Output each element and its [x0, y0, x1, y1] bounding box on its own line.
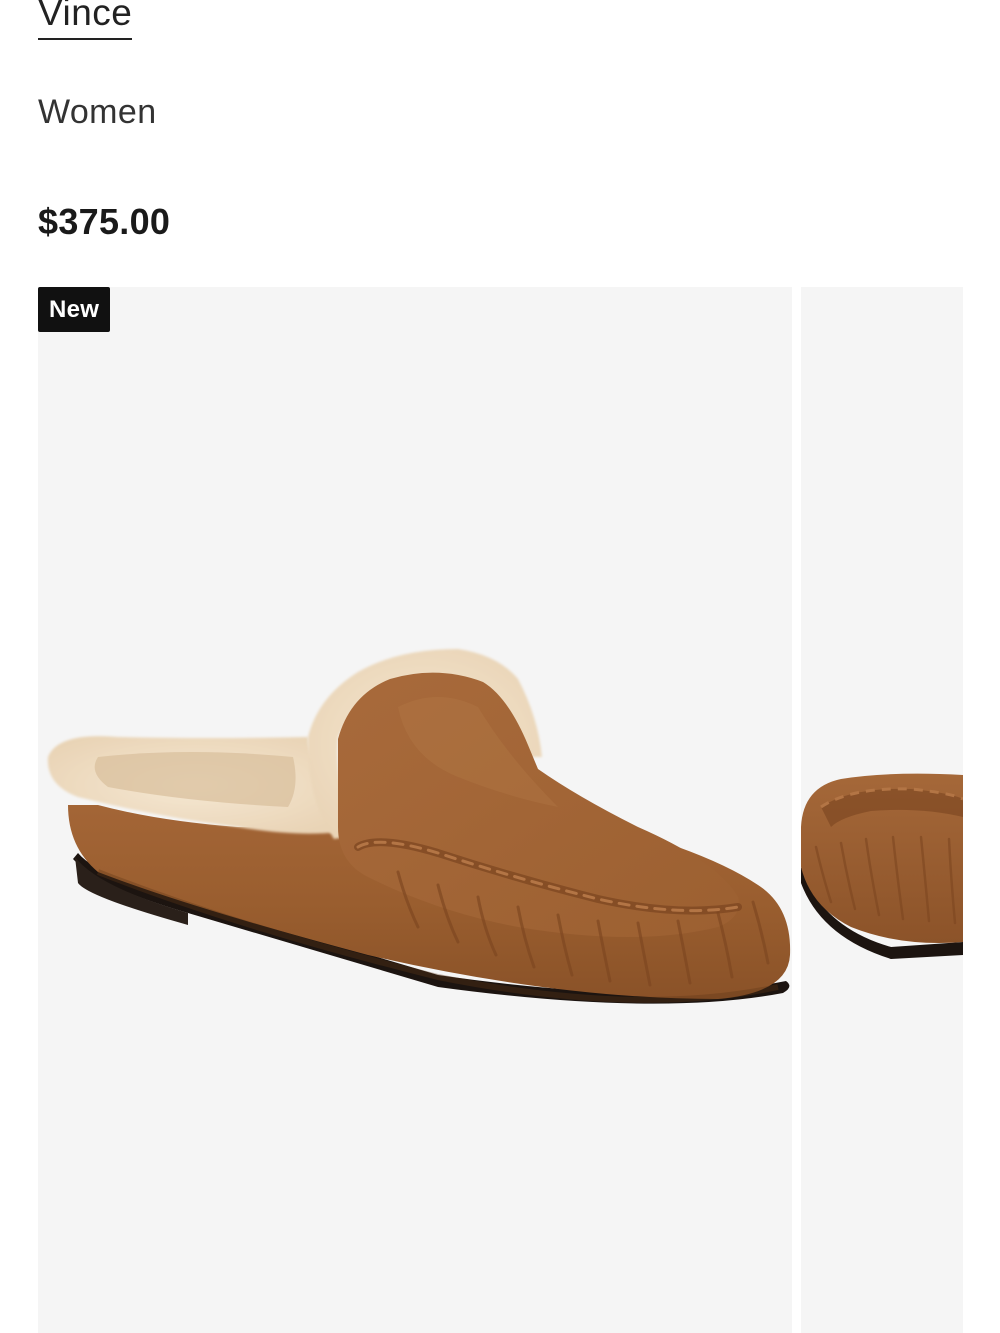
product-image-next[interactable]	[801, 287, 963, 1333]
product-price: $375.00	[38, 201, 171, 242]
slipper-illustration-alt	[801, 773, 963, 959]
product-category: Women	[38, 93, 157, 131]
brand-link[interactable]: Vince	[38, 0, 133, 40]
new-badge: New	[38, 287, 111, 332]
slipper-illustration	[47, 649, 791, 1004]
product-image-carousel[interactable]: New	[38, 287, 963, 1333]
product-image-main[interactable]	[38, 287, 792, 1333]
